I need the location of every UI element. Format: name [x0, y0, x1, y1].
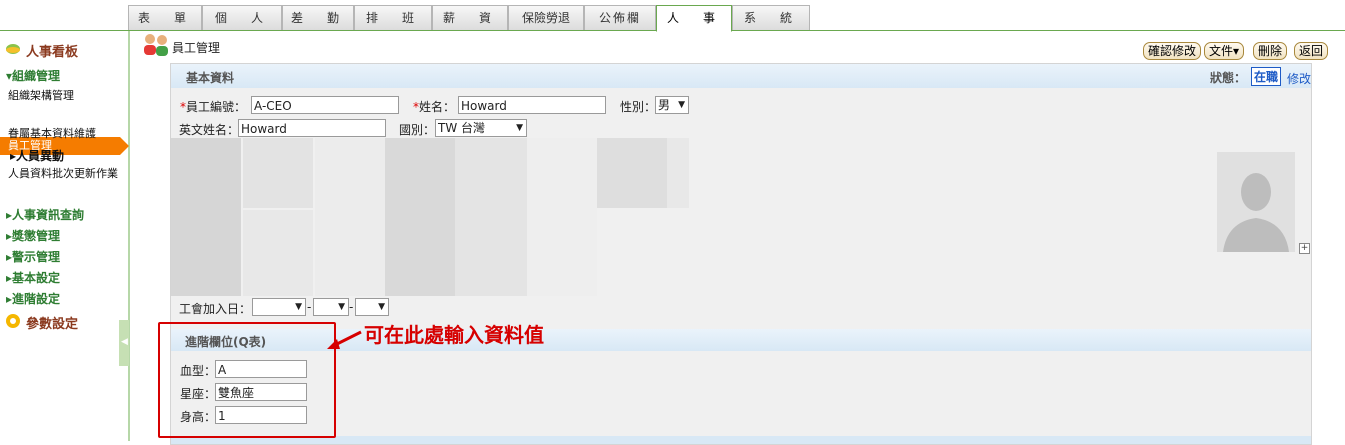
- redacted-block: [385, 138, 455, 296]
- sidebar-item-batch-update[interactable]: 人員資料批次更新作業: [8, 167, 123, 181]
- dropdown-arrow-icon: ▼: [678, 100, 685, 110]
- basic-info-header: 基本資料 狀態： 在職 修改: [171, 64, 1311, 88]
- delete-button[interactable]: 刪除: [1253, 42, 1288, 60]
- tab-hr[interactable]: 人 事: [656, 5, 732, 32]
- page-title: 員工管理: [172, 41, 221, 55]
- tab-system[interactable]: 系 統: [732, 5, 810, 30]
- en-name-label: 英文姓名：: [179, 123, 240, 137]
- union-month-select[interactable]: ▼: [313, 298, 349, 316]
- redacted-block: [667, 138, 689, 208]
- chevron-left-icon: ◀: [121, 337, 128, 347]
- redacted-block: [315, 138, 385, 296]
- dropdown-arrow-icon: ▼: [516, 123, 523, 133]
- union-day-select[interactable]: ▼: [355, 298, 389, 316]
- status-label: 狀態：: [1210, 71, 1247, 85]
- sidebar-item-movement[interactable]: ▸人員異動: [10, 147, 64, 164]
- tab-insurance[interactable]: 保險勞退: [508, 5, 584, 30]
- tab-salary[interactable]: 薪 資: [432, 5, 508, 30]
- redacted-block: [171, 138, 241, 296]
- redacted-block: [243, 210, 313, 296]
- status-edit-link[interactable]: 修改: [1287, 70, 1311, 87]
- status-badge: 在職: [1251, 67, 1282, 86]
- tab-personal[interactable]: 個 人: [202, 5, 282, 30]
- sidebar-section-basic-settings[interactable]: ▸基本設定: [6, 269, 60, 286]
- basic-info-title: 基本資料: [186, 71, 235, 85]
- sidebar-item-org-structure[interactable]: 組織架構管理: [8, 87, 74, 103]
- dropdown-arrow-icon: ▼: [295, 302, 302, 312]
- tab-forms[interactable]: 表 單: [128, 5, 202, 30]
- people-icon: [144, 34, 168, 56]
- sidebar-params[interactable]: 參數設定: [26, 313, 78, 332]
- emp-no-label: *員工編號：: [180, 100, 247, 114]
- sidebar-title: 人事看板: [26, 45, 79, 60]
- leaf-icon: [6, 44, 20, 54]
- person-silhouette-icon: [1217, 152, 1295, 252]
- name-field[interactable]: Howard: [458, 96, 606, 114]
- document-menu-button[interactable]: 文件▾: [1204, 42, 1245, 60]
- gear-icon: [6, 314, 20, 328]
- date-separator: -: [349, 300, 354, 314]
- sidebar-item-dependents[interactable]: 眷屬基本資料維護: [8, 125, 96, 141]
- confirm-edit-button[interactable]: 確認修改: [1143, 42, 1202, 60]
- sidebar-section-advanced-settings[interactable]: ▸進階設定: [6, 290, 60, 307]
- redacted-block: [243, 138, 313, 208]
- sidebar: 人事看板 ▾組織管理 組織架構管理 員工管理 眷屬基本資料維護 ▸人員異動 人員…: [0, 31, 130, 441]
- sidebar-section-alerts[interactable]: ▸警示管理: [6, 248, 60, 265]
- callout-arrow-icon: [327, 330, 362, 349]
- redacted-block: [527, 138, 597, 296]
- callout-text: 可在此處輸入資料值: [364, 323, 544, 347]
- sidebar-section-org[interactable]: ▾組織管理: [6, 67, 60, 84]
- gender-label: 性別：: [620, 100, 657, 114]
- tab-bulletin[interactable]: 公佈欄: [584, 5, 656, 30]
- dropdown-arrow-icon: ▼: [378, 302, 385, 312]
- country-select[interactable]: TW 台灣 ▼: [435, 119, 527, 137]
- avatar: [1217, 152, 1295, 252]
- emp-no-field[interactable]: A-CEO: [251, 96, 399, 114]
- union-year-select[interactable]: ▼: [252, 298, 306, 316]
- highlight-box: [158, 322, 336, 438]
- gender-select[interactable]: 男 ▼: [655, 96, 689, 114]
- en-name-field[interactable]: Howard: [238, 119, 386, 137]
- date-separator: -: [307, 300, 312, 314]
- redacted-block: [597, 138, 667, 208]
- next-section-header: [171, 436, 1311, 444]
- sidebar-section-rewards[interactable]: ▸獎懲管理: [6, 227, 60, 244]
- union-join-label: 工會加入日：: [179, 302, 252, 316]
- sidebar-section-hr-query[interactable]: ▸人事資訊查詢: [6, 206, 84, 223]
- top-tab-bar: 表 單 個 人 差 勤 排 班 薪 資 保險勞退 公佈欄 人 事 系 統: [0, 0, 1345, 32]
- expand-plus-icon[interactable]: +: [1299, 243, 1310, 254]
- redacted-block: [455, 138, 527, 296]
- tab-attendance[interactable]: 差 勤: [282, 5, 354, 30]
- back-button[interactable]: 返回: [1294, 42, 1329, 60]
- sidebar-collapse-handle[interactable]: ◀: [119, 320, 129, 366]
- country-label: 國別：: [399, 123, 436, 137]
- dropdown-arrow-icon: ▼: [338, 302, 345, 312]
- employee-form-panel: 基本資料 狀態： 在職 修改 *員工編號： A-CEO *姓名： Howard …: [170, 63, 1312, 445]
- tab-shift[interactable]: 排 班: [354, 5, 432, 30]
- name-label: *姓名：: [413, 100, 456, 114]
